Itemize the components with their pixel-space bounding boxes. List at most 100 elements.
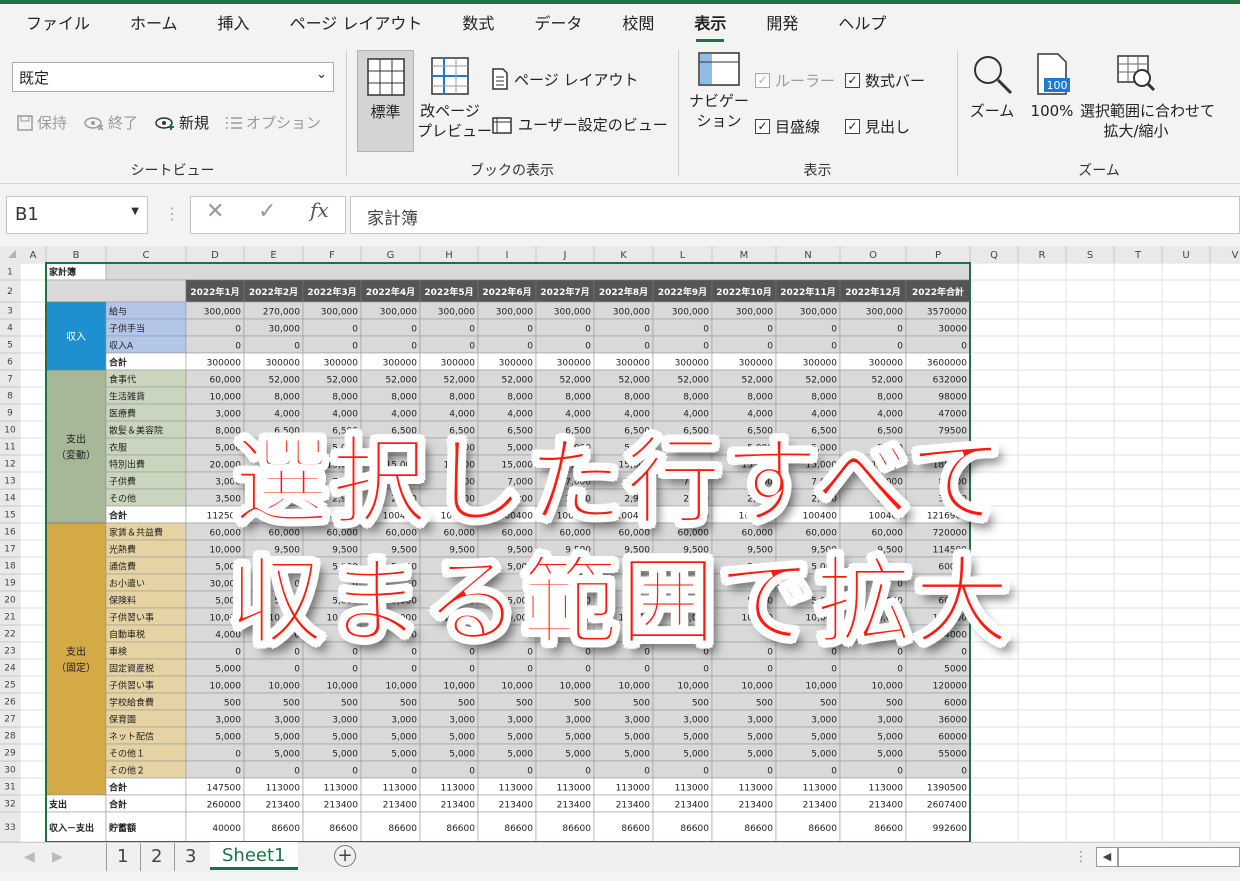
zoom-to-selection-button[interactable]: 選択範囲に合わせて 拡大/縮小 (1080, 52, 1215, 152)
zoom-selection-icon (1117, 55, 1156, 92)
data-value-19-7: 0 (644, 580, 650, 590)
headings-label: 見出し (865, 118, 911, 136)
headings-checkbox[interactable]: ✓ 見出し (845, 116, 910, 137)
category-cell-2[interactable] (45, 522, 107, 796)
options-button[interactable]: オプション (225, 112, 321, 133)
data-value-30-10: 0 (831, 767, 837, 777)
zoom-100-button[interactable]: 100 100% (1024, 52, 1080, 152)
formula-input[interactable]: 家計簿 (350, 196, 1240, 234)
row-header-16: 16 (4, 528, 16, 538)
data-value-17-11: 9,500 (877, 546, 903, 556)
data-cell[interactable] (839, 318, 907, 337)
tab-8[interactable]: 開発 (746, 4, 818, 44)
chevron-down-icon: ▼ (131, 206, 139, 217)
data-cell[interactable] (839, 641, 907, 660)
tab-5[interactable]: データ (514, 4, 602, 44)
data-value-15-9: 100400 (739, 512, 774, 522)
navigation-button[interactable]: ナビゲー ション (687, 52, 751, 152)
tab-4[interactable]: 数式 (442, 4, 514, 44)
sheet-view-select[interactable]: 既定 ⌄ (12, 62, 334, 92)
data-value-24-11: 0 (897, 665, 903, 675)
data-cell[interactable] (839, 573, 907, 592)
data-value-10-5: 6,500 (507, 427, 533, 437)
horizontal-scrollbar[interactable] (1118, 847, 1240, 867)
data-value-30-0: 0 (235, 767, 241, 777)
data-value-15-2: 100400 (324, 512, 359, 522)
data-value-11-10: 5,000 (811, 444, 837, 454)
page-layout-button[interactable]: ページ レイアウト (491, 68, 638, 90)
tab-0[interactable]: ファイル (6, 4, 110, 44)
hscroll-left-icon[interactable]: ◀ (1096, 847, 1118, 867)
new-button[interactable]: 新規 (154, 112, 209, 133)
name-box[interactable]: B1 ▼ (6, 196, 148, 234)
row-header-25: 25 (4, 681, 15, 691)
keep-button[interactable]: 保持 (16, 112, 67, 133)
scroll-right-icon[interactable]: ▶ (52, 843, 63, 871)
data-value-19-8: 0 (703, 580, 709, 590)
insert-function-icon[interactable]: fx (310, 198, 329, 222)
data-value-8-4: 8,000 (449, 393, 475, 403)
tab-7[interactable]: 表示 (674, 4, 746, 44)
page-break-label: 改ページ プレビュー (417, 102, 493, 140)
data-value-12-11: 15,000 (872, 461, 904, 471)
normal-view-button[interactable]: 標準 (357, 50, 414, 152)
column-header-E: E (270, 250, 276, 261)
data-cell[interactable] (839, 624, 907, 643)
data-value-15-7: 100400 (616, 512, 651, 522)
custom-views-button[interactable]: ユーザー設定のビュー (491, 114, 668, 135)
column-header-K: K (620, 250, 627, 261)
page-break-preview-button[interactable]: 改ページ プレビュー (417, 50, 493, 152)
row-header-2: 2 (7, 287, 13, 297)
enter-icon[interactable]: ✓ (258, 199, 276, 224)
data-value-20-7: 5,000 (624, 597, 650, 607)
item-label-8: 生活雑貨 (109, 391, 145, 403)
data-value-15-12: 1216900 (927, 512, 967, 522)
gridlines-checkbox[interactable]: ✓ 目盛線 (755, 116, 820, 137)
formula-bar-checkbox[interactable]: ✓ 数式バー (845, 70, 925, 91)
data-value-18-7: 5,000 (624, 563, 650, 573)
item-label-11: 衣服 (109, 442, 127, 454)
add-sheet-icon[interactable]: + (334, 845, 356, 867)
data-cell[interactable] (839, 658, 907, 677)
scroll-left-icon[interactable]: ◀ (24, 843, 35, 871)
data-value-7-4: 52,000 (444, 376, 476, 386)
ruler-label: ルーラー (775, 72, 836, 90)
tab-3[interactable]: ページ レイアウト (270, 4, 443, 44)
sheet-tab-Sheet1[interactable]: Sheet1 (210, 842, 298, 870)
data-value-6-2: 300000 (324, 359, 359, 369)
spreadsheet-grid[interactable]: A B C D E F G H I J K L M N O P Q R S T U V 1 2 3 4 5 6 7 8 9 10 11 12 13 1… (0, 246, 1240, 842)
sheet-tab-1[interactable]: 1 (106, 843, 138, 871)
data-value-28-2: 5,000 (332, 733, 358, 743)
data-value-19-2: 0 (352, 580, 358, 590)
exit-button[interactable]: 終了 (83, 112, 138, 133)
data-value-9-12: 47000 (938, 410, 967, 420)
tab-2[interactable]: 挿入 (198, 4, 270, 44)
tab-9[interactable]: ヘルプ (818, 4, 906, 44)
data-cell[interactable] (839, 760, 907, 779)
data-value-19-5: 0 (527, 580, 533, 590)
data-value-15-4: 100400 (441, 512, 476, 522)
month-header-12: 2022年合計 (912, 286, 964, 298)
data-value-25-1: 10,000 (269, 682, 301, 692)
data-value-32-6: 213400 (557, 801, 592, 811)
data-value-10-2: 6,500 (332, 427, 358, 437)
row-header-28: 28 (4, 732, 16, 742)
data-value-31-9: 113000 (739, 784, 774, 794)
new-label: 新規 (179, 114, 210, 132)
data-value-12-3: 15,000 (386, 461, 418, 471)
data-value-31-3: 113000 (383, 784, 418, 794)
data-value-7-6: 52,000 (560, 376, 592, 386)
sheet-tab-3[interactable]: 3 (174, 843, 206, 871)
sheet-tab-2[interactable]: 2 (140, 843, 172, 871)
header-row-fill[interactable] (45, 279, 187, 303)
title-row-fill[interactable] (105, 262, 971, 281)
zoom-button[interactable]: ズーム (964, 52, 1020, 152)
data-value-25-0: 10,000 (210, 682, 242, 692)
cancel-icon[interactable]: ✕ (206, 199, 224, 224)
ruler-checkbox[interactable]: ✓ ルーラー (755, 70, 835, 91)
column-header-Q: Q (990, 250, 998, 261)
category-cell-1[interactable] (45, 369, 107, 524)
tab-1[interactable]: ホーム (110, 4, 198, 44)
data-cell[interactable] (839, 335, 907, 354)
tab-6[interactable]: 校閲 (602, 4, 674, 44)
